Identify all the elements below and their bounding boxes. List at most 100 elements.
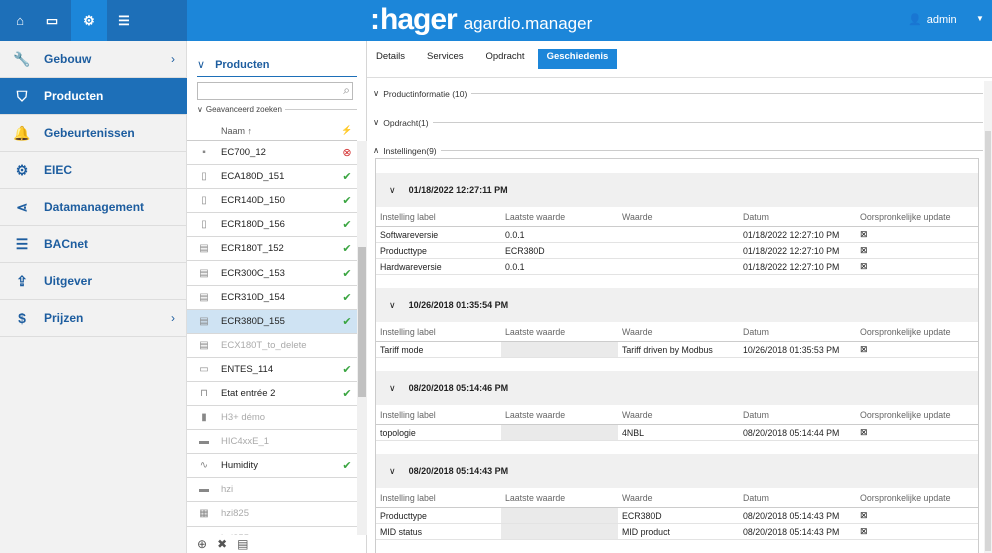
check-icon: ✔ <box>342 460 352 473</box>
list-item[interactable]: ▬hzi855 <box>187 527 357 535</box>
list-item[interactable]: ▤ ECR300C_153 ✔ <box>187 261 357 286</box>
update-icon[interactable]: ⊠ <box>856 229 978 240</box>
products-scrollbar[interactable] <box>357 141 367 535</box>
chevron-down-icon: ∨ <box>373 88 380 98</box>
home-icon[interactable]: ⌂ <box>8 0 32 41</box>
product-icon: ▬ <box>187 533 221 535</box>
table-header: Instelling label Laatste waarde Waarde Datu… <box>376 207 978 227</box>
sliders-icon[interactable]: ☰ <box>110 0 138 41</box>
settings-history: ∨ 01/18/2022 12:27:11 PM Instelling label… <box>375 158 979 553</box>
product-icon: ▯ <box>201 195 207 207</box>
table-header: Instelling label Laatste waarde Waarde Datu… <box>376 488 978 508</box>
products-table-header: Naam ↑ ⚡ <box>187 121 357 141</box>
update-icon[interactable]: ⊠ <box>856 245 978 256</box>
product-icon: ▯ <box>201 171 207 183</box>
update-icon[interactable]: ⊠ <box>856 427 978 438</box>
update-icon[interactable]: ⊠ <box>856 526 978 537</box>
table-row: MID status MID product 08/20/2018 05:14:43… <box>376 524 978 540</box>
list-item[interactable]: ▭ ENTES_114 ✔ <box>187 358 357 382</box>
sidebar-item-uitgever[interactable]: ⇪ Uitgever <box>0 263 187 300</box>
sidebar-item-gebeurtenissen[interactable]: 🔔 Gebeurtenissen <box>0 115 187 152</box>
list-item[interactable]: ▪ EC700_12 ⊗ <box>187 141 357 166</box>
list-item[interactable]: ▯ ECA180D_151 ✔ <box>187 165 357 190</box>
products-panel-header[interactable]: ∨ Producten <box>197 53 357 77</box>
scrollbar-thumb[interactable] <box>985 131 991 551</box>
list-item-selected[interactable]: ▤ ECR380D_155 ✔ <box>187 309 357 334</box>
sidebar-item-bacnet[interactable]: ☰ BACnet <box>0 226 187 263</box>
chevron-down-icon: ∨ <box>197 59 206 71</box>
list-item[interactable]: ▬ hzi <box>187 478 357 503</box>
column-name-header[interactable]: Naam ↑ <box>221 126 337 136</box>
chevron-up-icon: ∧ <box>373 145 380 155</box>
advanced-search-toggle[interactable]: ∨ Geavanceerd zoeken <box>197 105 357 114</box>
table-row: Producttype ECR380D 01/18/2022 12:27:10 PM… <box>376 243 978 259</box>
tab-services[interactable]: Services <box>418 49 472 69</box>
sidebar-item-producten[interactable]: ⛉ Producten <box>0 78 187 115</box>
tab-divider <box>367 77 992 78</box>
history-group-header[interactable]: ∨ 08/20/2018 05:14:43 PM <box>376 454 978 488</box>
list-item[interactable]: ▯ ECR140D_150 ✔ <box>187 189 357 214</box>
list-item[interactable]: ▦ hzi825 <box>187 502 357 527</box>
product-icon: ▦ <box>199 508 209 520</box>
list-item[interactable]: ▬ HIC4xxE_1 <box>187 430 357 455</box>
plug-icon: ⚡ <box>341 125 353 135</box>
sidebar-item-datamanagement[interactable]: ⋖ Datamanagement <box>0 189 187 226</box>
pulse-icon: ⊓ <box>200 387 208 399</box>
list-item[interactable]: ⊓ Etat entrée 2 ✔ <box>187 382 357 407</box>
tab-geschiedenis[interactable]: Geschiedenis <box>537 49 618 69</box>
history-group-header[interactable]: ∨ 01/18/2022 12:27:11 PM <box>376 173 978 207</box>
list-item[interactable]: ∿ Humidity ✔ <box>187 454 357 479</box>
list-item[interactable]: ▤ ECR180T_152 ✔ <box>187 237 357 262</box>
chevron-down-icon[interactable]: ▼ <box>976 14 984 23</box>
user-name: admin <box>926 13 957 26</box>
table-header: Instelling label Laatste waarde Waarde Datu… <box>376 322 978 342</box>
update-icon[interactable]: ⊠ <box>856 344 978 355</box>
product-icon: ▮ <box>201 412 207 424</box>
check-icon: ✔ <box>342 363 352 376</box>
chevron-down-icon: ∨ <box>197 105 203 114</box>
sidebar-item-eiec[interactable]: ⚙ EIEC <box>0 152 187 189</box>
update-icon[interactable]: ⊠ <box>856 510 978 521</box>
wave-icon: ∿ <box>199 460 209 472</box>
sidebar-item-label: Prijzen <box>44 311 84 325</box>
sidebar-item-label: Gebeurtenissen <box>44 126 135 140</box>
scrollbar-thumb[interactable] <box>358 247 366 397</box>
products-list: ▪ EC700_12 ⊗ ▯ ECA180D_151 ✔ ▯ ECR140D_150 ✔ ▯… <box>187 141 357 535</box>
product-icon: ▬ <box>199 436 209 448</box>
list-item[interactable]: ▯ ECR180D_156 ✔ <box>187 213 357 238</box>
section-instellingen[interactable]: ∧ Instellingen(9) <box>373 145 983 156</box>
tab-details[interactable]: Details <box>367 49 414 69</box>
section-opdracht[interactable]: ∨ Opdracht(1) <box>373 117 983 128</box>
history-group-header[interactable]: ∨ 08/20/2018 05:14:46 PM <box>376 371 978 405</box>
sidebar-item-prijzen[interactable]: $ Prijzen › <box>0 300 187 337</box>
check-icon: ✔ <box>342 171 352 184</box>
search-input[interactable]: ⌕ <box>197 82 353 100</box>
section-productinformatie[interactable]: ∨ Productinformatie (10) <box>373 88 983 99</box>
brand-logo: : hager agardio.manager <box>370 3 593 36</box>
search-icon[interactable]: ⌕ <box>343 83 350 98</box>
list-icon: ☰ <box>15 235 29 252</box>
products-actions: ⊕ ✖ ▤ <box>197 537 248 551</box>
sidebar-item-gebouw[interactable]: 🔧 Gebouw › <box>0 41 187 78</box>
sidebar-item-label: Producten <box>44 89 104 103</box>
share-icon: ⋖ <box>16 198 28 215</box>
product-icon: ▯ <box>201 219 207 231</box>
delete-icon[interactable]: ✖ <box>217 537 227 551</box>
error-icon: ⊗ <box>342 147 352 160</box>
check-icon: ✔ <box>342 195 352 208</box>
add-icon[interactable]: ⊕ <box>197 537 207 551</box>
products-title: Producten <box>215 58 270 71</box>
tab-opdracht[interactable]: Opdracht <box>476 49 533 69</box>
update-icon[interactable]: ⊠ <box>856 261 978 272</box>
list-item[interactable]: ▤ ECR310D_154 ✔ <box>187 286 357 310</box>
list-item[interactable]: ▤ ECX180T_to_delete <box>187 334 357 358</box>
check-icon: ✔ <box>342 291 352 304</box>
laptop-icon[interactable]: ▭ <box>40 0 64 41</box>
product-icon: ▤ <box>199 339 209 351</box>
document-icon[interactable]: ▤ <box>237 537 248 551</box>
main-scrollbar[interactable] <box>984 81 992 553</box>
gears-icon[interactable]: ⚙ <box>71 0 107 41</box>
list-item[interactable]: ▮ H3+ démo <box>187 406 357 431</box>
history-group-header[interactable]: ∨ 10/26/2018 01:35:54 PM <box>376 288 978 322</box>
user-menu[interactable]: 👤 admin <box>908 13 957 27</box>
